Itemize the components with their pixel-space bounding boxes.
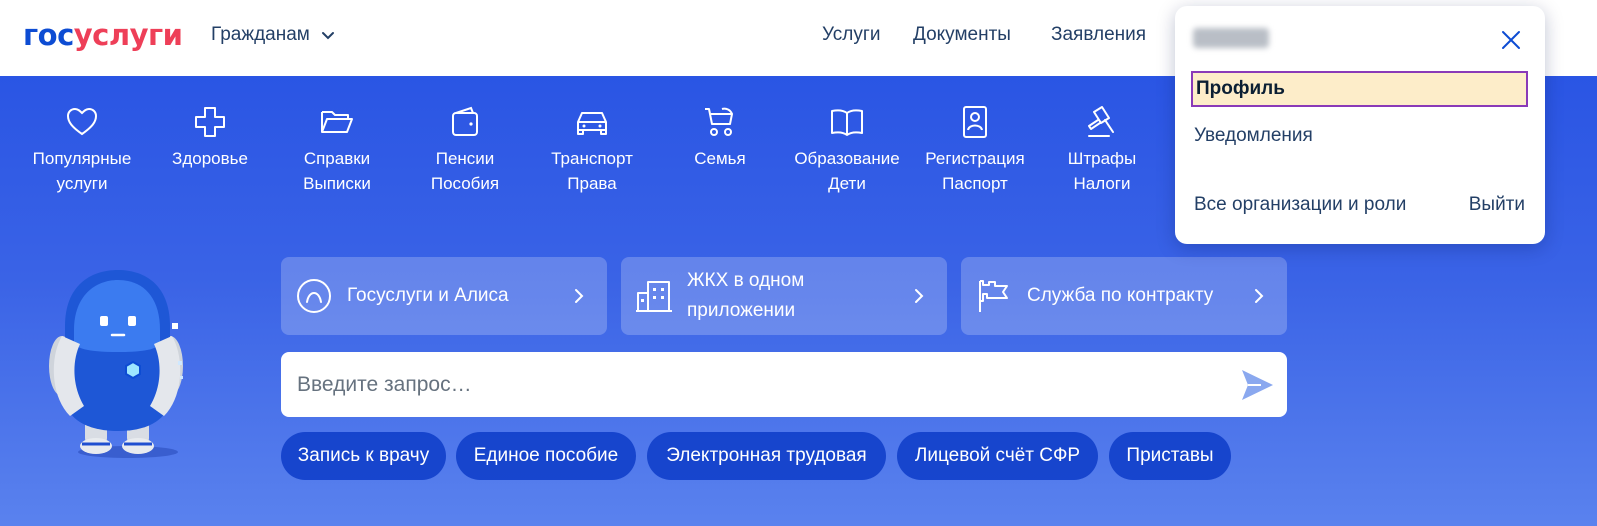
category-label: Здоровье xyxy=(172,149,248,168)
car-icon xyxy=(574,104,610,140)
close-icon[interactable] xyxy=(1499,28,1523,52)
category-registration[interactable]: Регистрация Паспорт xyxy=(915,104,1035,196)
wallet-icon xyxy=(447,104,483,140)
passport-icon xyxy=(957,104,993,140)
category-sublabel: Пособия xyxy=(430,174,500,193)
chevron-right-icon xyxy=(915,289,924,303)
folder-icon xyxy=(319,104,355,140)
category-transport[interactable]: Транспорт Права xyxy=(532,104,652,196)
search-input[interactable] xyxy=(297,352,1197,417)
quick-chip-work-record[interactable]: Электронная трудовая xyxy=(647,432,886,480)
nav-services[interactable]: Услуги xyxy=(822,24,880,46)
chevron-right-icon xyxy=(575,289,584,303)
promo-label: Госуслуги и Алиса xyxy=(347,285,509,306)
nav-applications[interactable]: Заявления xyxy=(1051,24,1146,46)
quick-chip-sfr-account[interactable]: Лицевой счёт СФР xyxy=(897,432,1098,480)
category-label: Транспорт xyxy=(551,149,633,168)
category-label: Штрафы xyxy=(1067,149,1137,168)
logo-part-uslugi: услуги xyxy=(73,18,183,52)
category-education[interactable]: Образование Дети xyxy=(787,104,907,196)
promo-label: Служба по контракту xyxy=(1027,285,1214,306)
category-label: Справки xyxy=(303,149,371,168)
logo-part-gos: гос xyxy=(23,18,74,52)
building-icon xyxy=(635,277,673,315)
category-sublabel: Права xyxy=(567,174,617,193)
medical-cross-icon xyxy=(192,104,228,140)
category-pensions[interactable]: Пенсии Пособия xyxy=(405,104,525,196)
alice-icon xyxy=(295,277,333,315)
promo-contract-service[interactable]: Служба по контракту xyxy=(961,257,1287,335)
quick-chip-doctor[interactable]: Запись к врачу xyxy=(281,432,446,480)
stroller-icon xyxy=(702,104,738,140)
promo-alice[interactable]: Госуслуги и Алиса xyxy=(281,257,607,335)
quick-chip-bailiffs[interactable]: Приставы xyxy=(1109,432,1231,480)
promo-housing[interactable]: ЖКХ в одном приложении xyxy=(621,257,947,335)
chevron-right-icon xyxy=(1255,289,1264,303)
user-name-blurred xyxy=(1193,28,1269,48)
menu-item-profile[interactable]: Профиль xyxy=(1191,71,1528,107)
send-icon[interactable] xyxy=(1239,368,1275,402)
category-sublabel: услуги xyxy=(56,174,108,193)
robot-mascot-image xyxy=(49,270,183,458)
category-health[interactable]: Здоровье xyxy=(150,104,270,171)
book-icon xyxy=(829,104,865,140)
menu-item-notifications[interactable]: Уведомления xyxy=(1194,125,1313,147)
heart-icon xyxy=(64,104,100,140)
category-sublabel: Дети xyxy=(828,174,866,193)
nav-documents[interactable]: Документы xyxy=(913,24,1011,46)
category-sublabel: Налоги xyxy=(1073,174,1131,193)
audience-label: Гражданам xyxy=(211,24,310,45)
category-label: Популярные xyxy=(32,149,132,168)
quick-chip-allowance[interactable]: Единое пособие xyxy=(456,432,636,480)
chevron-down-icon xyxy=(321,32,334,40)
category-label: Образование xyxy=(794,149,900,168)
category-label: Пенсии xyxy=(435,149,495,168)
menu-item-organizations[interactable]: Все организации и роли xyxy=(1194,194,1406,216)
gosuslugi-logo[interactable]: госуслуги xyxy=(23,18,183,52)
gavel-icon xyxy=(1084,104,1120,140)
category-certificates[interactable]: Справки Выписки xyxy=(277,104,397,196)
promo-label: ЖКХ в одном приложении xyxy=(687,270,805,321)
audience-selector[interactable]: Гражданам xyxy=(211,24,336,46)
category-fines[interactable]: Штрафы Налоги xyxy=(1042,104,1162,196)
category-label: Регистрация xyxy=(925,149,1025,168)
category-label: Семья xyxy=(694,149,746,168)
profile-dropdown: Профиль Уведомления Все организации и ро… xyxy=(1175,6,1545,244)
category-family[interactable]: Семья xyxy=(660,104,780,171)
category-sublabel: Паспорт xyxy=(942,174,1008,193)
logout-button[interactable]: Выйти xyxy=(1469,194,1525,216)
category-sublabel: Выписки xyxy=(303,174,371,193)
search-box xyxy=(281,352,1287,417)
flag-icon xyxy=(975,277,1013,315)
category-popular[interactable]: Популярные услуги xyxy=(22,104,142,196)
